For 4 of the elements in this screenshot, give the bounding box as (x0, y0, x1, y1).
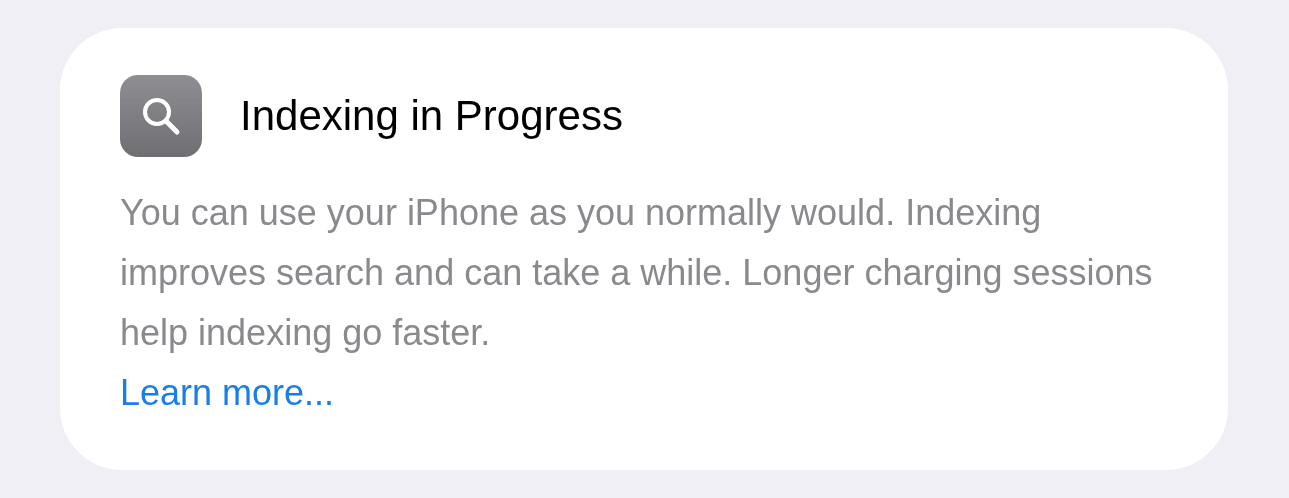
description-text: You can use your iPhone as you normally would. Indexing improves search and can take a while. Longer charging sessions help indexing go faster. (120, 191, 1154, 355)
search-icon (120, 75, 202, 157)
learn-more-link[interactable]: Learn more... (120, 363, 335, 423)
card-title: Indexing in Progress (240, 92, 623, 140)
